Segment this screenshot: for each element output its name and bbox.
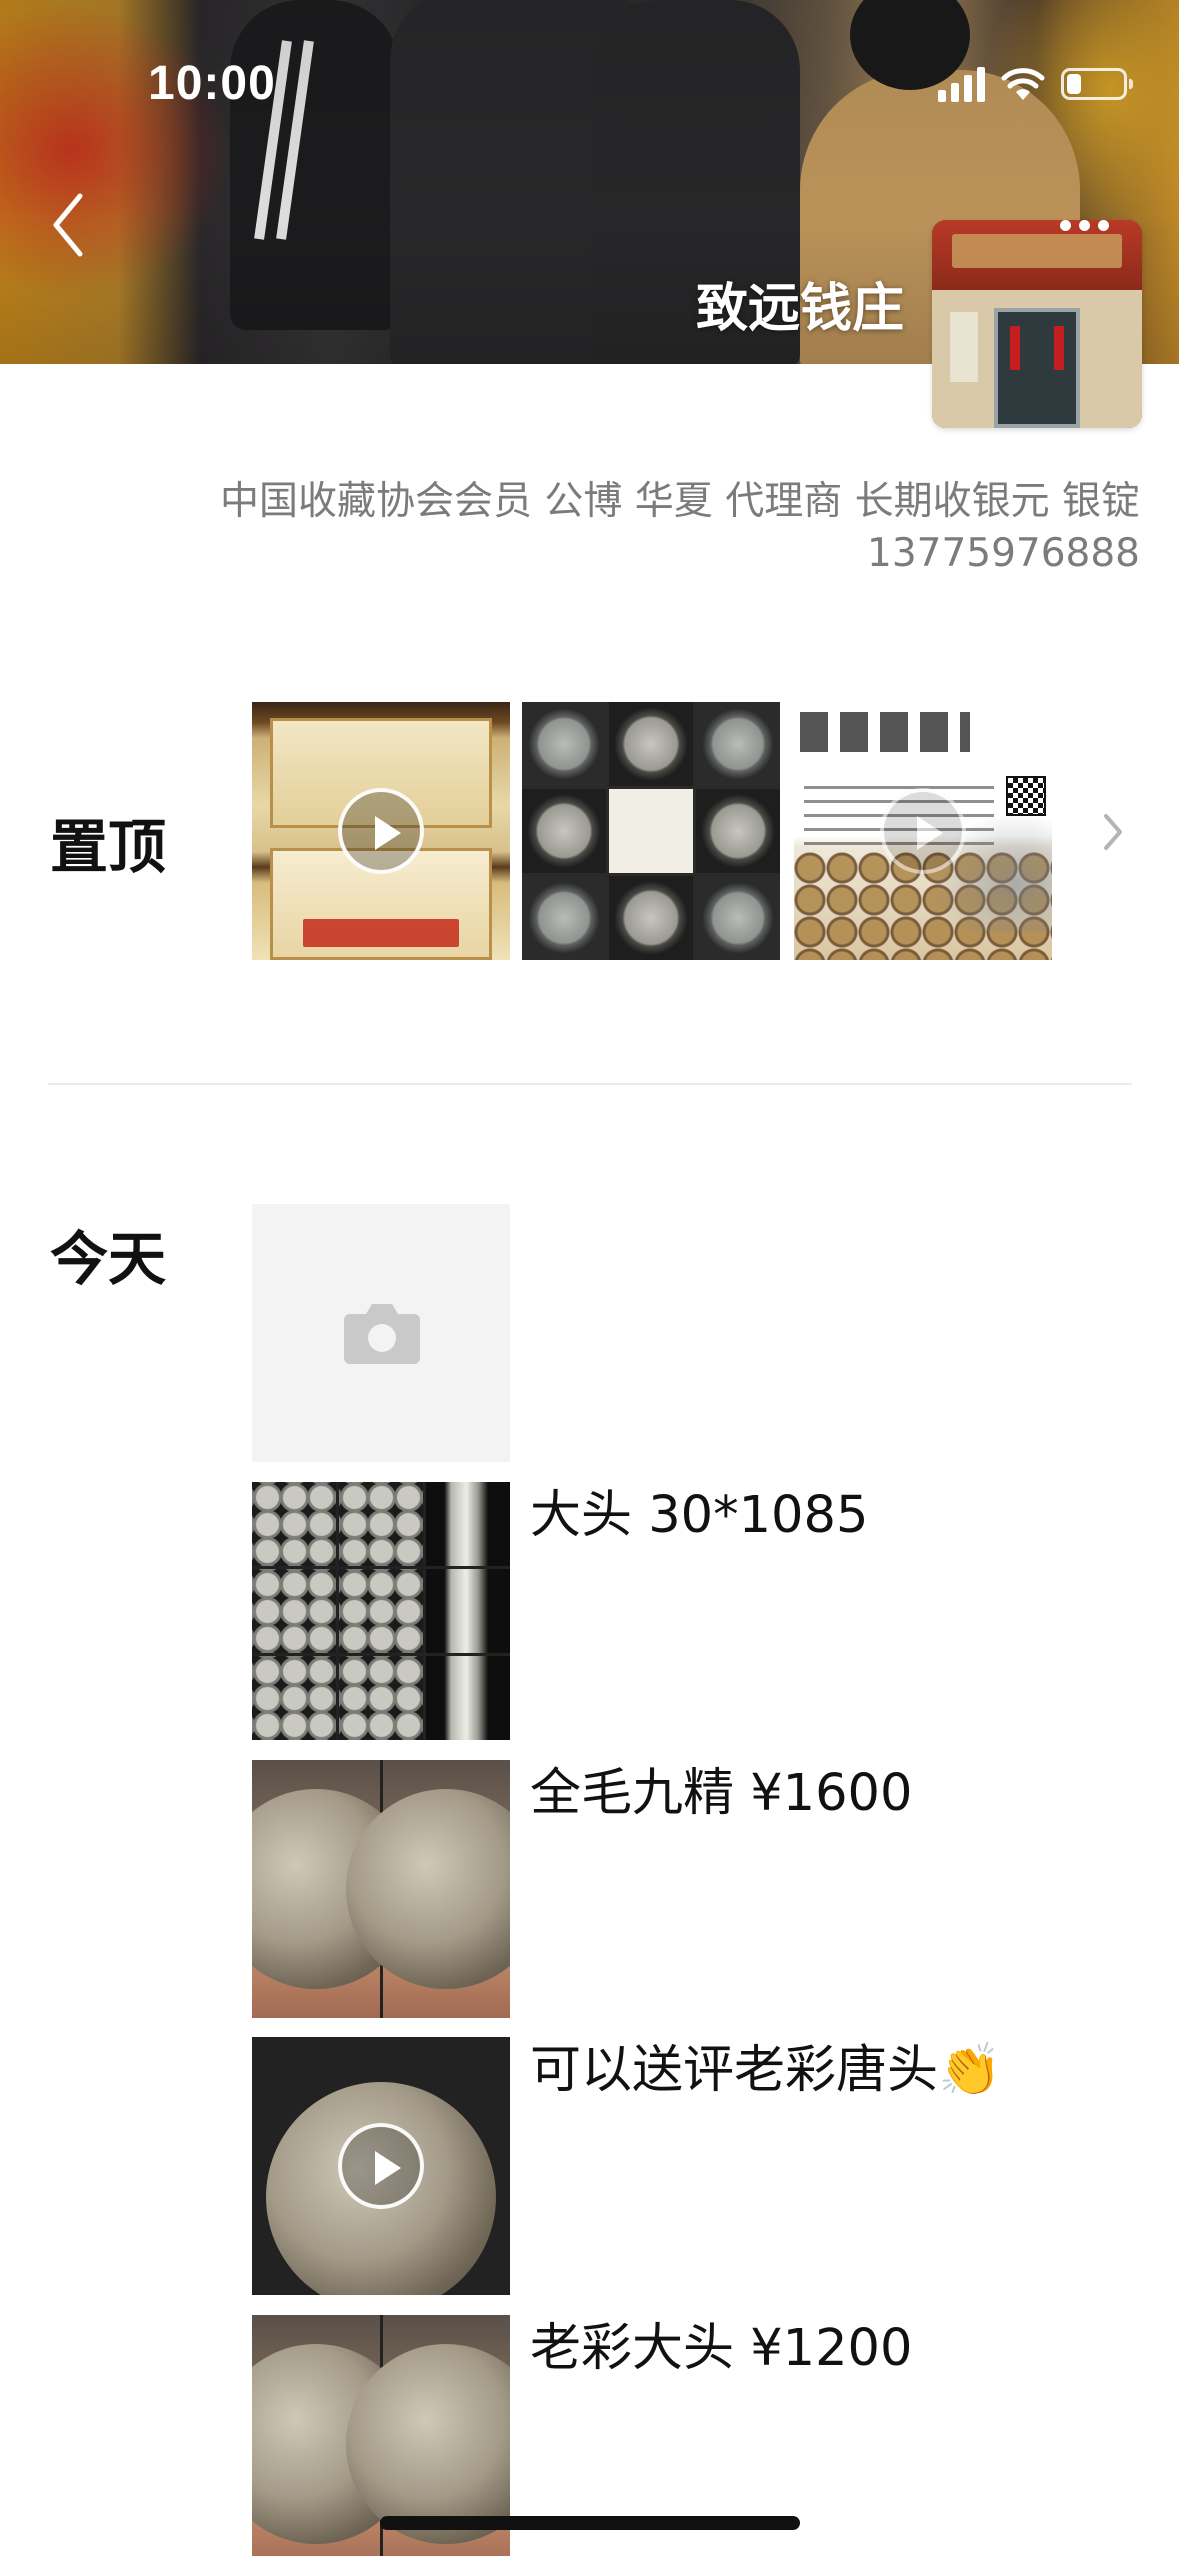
signature-line: 中国收藏协会会员 公博 华夏 代理商 长期收银元 银锭 xyxy=(220,479,1140,524)
camera-icon xyxy=(344,1304,420,1364)
grid-image xyxy=(339,1569,423,1653)
signal-icon xyxy=(938,66,985,102)
wifi-icon xyxy=(1001,68,1045,100)
pinned-item-video[interactable] xyxy=(794,702,1052,960)
grid-image xyxy=(252,1656,336,1740)
grid-image xyxy=(696,789,780,873)
battery-icon xyxy=(1061,68,1133,100)
post-item[interactable]: 大头 30*1085 xyxy=(252,1482,1152,1740)
avatar-door xyxy=(994,308,1080,428)
pinned-label: 置顶 xyxy=(50,813,167,881)
post-image xyxy=(346,1760,510,2018)
home-indicator[interactable] xyxy=(380,2516,800,2530)
play-icon xyxy=(338,788,424,874)
avatar[interactable] xyxy=(932,220,1142,428)
status-time: 10:00 xyxy=(148,57,276,110)
today-label: 今天 xyxy=(50,1225,167,1293)
grid-image xyxy=(426,1482,510,1566)
chevron-right-icon[interactable] xyxy=(1096,806,1130,858)
pinned-item-image-grid[interactable] xyxy=(522,702,780,960)
post-caption: 大头 30*1085 xyxy=(530,1486,869,1545)
grid-image xyxy=(696,702,780,786)
post-caption: 可以送评老彩唐头👏 xyxy=(530,2041,1002,2100)
post-image-grid xyxy=(252,1482,510,1740)
grid-image xyxy=(426,1656,510,1740)
post-video-thumbnail xyxy=(252,2037,510,2295)
grid-image xyxy=(522,789,606,873)
avatar-sign xyxy=(932,220,1142,290)
post-caption: 全毛九精 ¥1600 xyxy=(530,1764,913,1823)
play-icon xyxy=(338,2123,424,2209)
post-item[interactable]: 可以送评老彩唐头👏 xyxy=(252,2037,1152,2295)
grid-image xyxy=(339,1482,423,1566)
grid-image xyxy=(252,1569,336,1653)
grid-image xyxy=(252,1482,336,1566)
grid-image xyxy=(522,876,606,960)
post-item[interactable]: 全毛九精 ¥1600 xyxy=(252,1760,1152,2018)
grid-image xyxy=(339,1656,423,1740)
pinned-item-video[interactable] xyxy=(252,702,510,960)
grid-image xyxy=(696,876,780,960)
grid-image xyxy=(426,1569,510,1653)
status-icons xyxy=(938,60,1133,108)
back-chevron-icon[interactable] xyxy=(46,188,96,262)
grid-image xyxy=(522,702,606,786)
profile-signature: 中国收藏协会会员 公博 华夏 代理商 长期收银元 银锭 13775976888 xyxy=(80,476,1140,580)
play-icon xyxy=(880,788,966,874)
new-post-camera-button[interactable] xyxy=(252,1204,510,1462)
qr-code xyxy=(1006,776,1046,816)
more-icon[interactable] xyxy=(1060,220,1109,231)
grid-image xyxy=(609,702,693,786)
poster-calligraphy xyxy=(800,712,970,752)
profile-name[interactable]: 致远钱庄 xyxy=(696,266,904,341)
avatar-poster xyxy=(950,312,978,382)
section-divider xyxy=(48,1083,1132,1085)
post-caption: 老彩大头 ¥1200 xyxy=(530,2319,913,2378)
signature-phone: 13775976888 xyxy=(867,531,1140,576)
grid-image xyxy=(609,789,693,873)
post-two-images xyxy=(252,1760,510,2018)
grid-image xyxy=(609,876,693,960)
